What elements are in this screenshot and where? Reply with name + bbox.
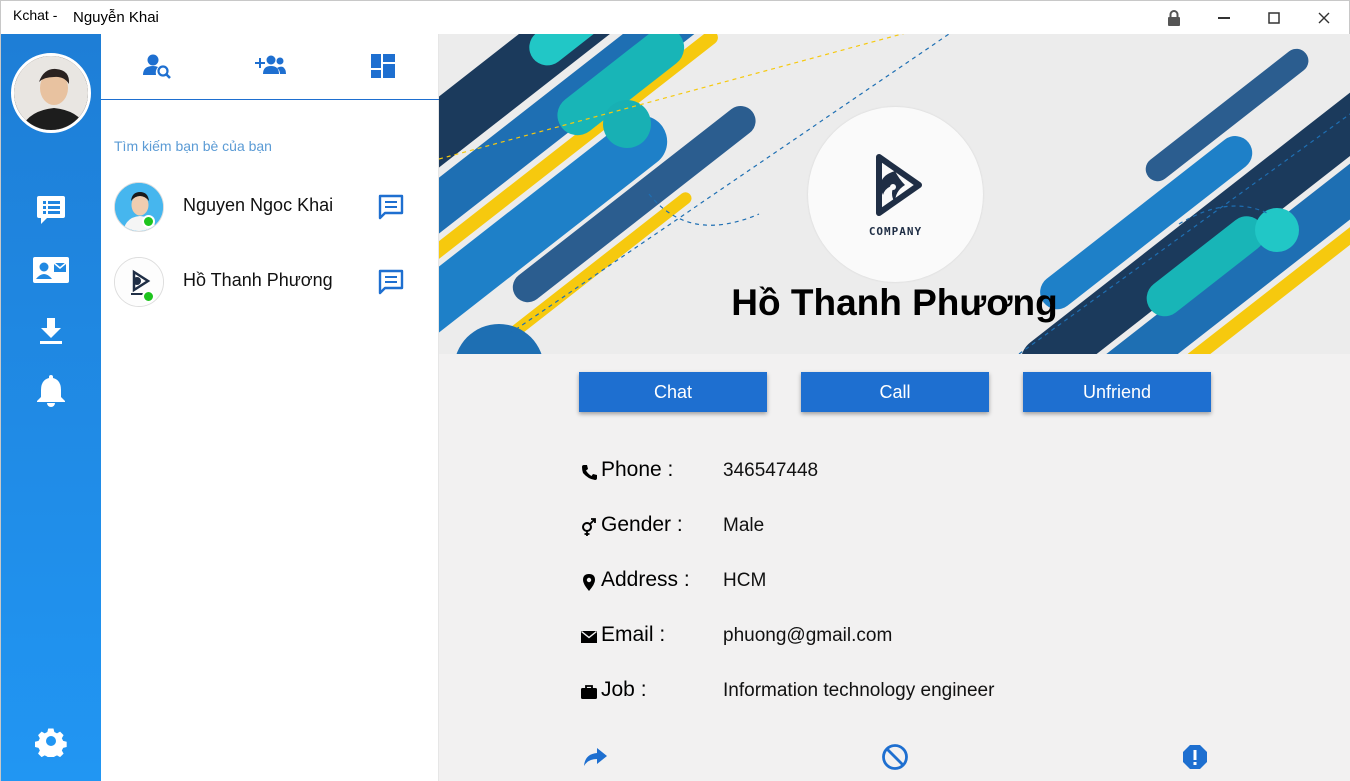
job-row: Job : Information technology engineer [579,678,1279,708]
logo-text: COMPANY [868,225,923,238]
company-logo: COMPANY [808,107,983,282]
gender-value: Male [723,515,765,536]
phone-row: Phone : 346547448 [579,458,1279,488]
friend-avatar [114,257,164,307]
job-label: Job : [601,678,647,701]
address-value: HCM [723,570,767,591]
email-row: Email : phuong@gmail.com [579,623,1279,653]
message-icon[interactable] [375,266,407,298]
email-label: Email : [601,623,666,646]
search-user-icon[interactable] [137,48,177,84]
gender-row: Gender : Male [579,513,1279,543]
block-icon[interactable] [880,742,910,772]
left-sidebar [1,34,101,781]
gender-icon [579,517,599,537]
friend-name: Hồ Thanh Phương [183,270,333,290]
chat-button[interactable]: Chat [579,372,767,412]
friend-item[interactable]: Nguyen Ngoc Khai [101,175,439,239]
gear-icon[interactable] [31,721,71,761]
phone-value: 346547448 [723,460,819,481]
minimize-button[interactable] [1201,1,1247,34]
phone-icon [579,462,599,482]
gender-label: Gender : [601,513,683,536]
title-bar: Kchat - Nguyễn Khai [1,1,1349,34]
panel-tabs [101,34,439,100]
friends-panel: Tìm kiếm bạn bè của bạn Nguyen Ngoc Khai… [101,34,439,781]
unfriend-button[interactable]: Unfriend [1023,372,1211,412]
job-value: Information technology engineer [723,680,995,701]
profile-view: COMPANY Hồ Thanh Phương Chat Call Unfrie… [439,34,1350,781]
message-icon[interactable] [375,191,407,223]
maximize-button[interactable] [1251,1,1297,34]
friend-name: Nguyen Ngoc Khai [183,195,334,215]
cover-image: COMPANY Hồ Thanh Phương [439,34,1350,354]
online-status-dot [142,215,155,228]
chat-list-icon[interactable] [31,189,71,229]
download-icon[interactable] [31,311,71,351]
dashboard-icon[interactable] [363,48,403,84]
profile-name: Hồ Thanh Phương [731,282,1058,323]
friend-item[interactable]: Hồ Thanh Phương [101,250,439,314]
friend-avatar [114,182,164,232]
bell-icon[interactable] [31,370,71,410]
address-label: Address : [601,568,690,591]
add-friends-icon[interactable] [250,48,290,84]
contact-card-icon[interactable] [31,250,71,290]
map-pin-icon [579,572,599,592]
address-row: Address : HCM [579,568,1279,598]
briefcase-icon [579,682,599,702]
user-avatar[interactable] [11,53,91,133]
window-user-name: Nguyễn Khai [73,9,159,26]
share-icon[interactable] [580,742,610,772]
search-hint[interactable]: Tìm kiếm bạn bè của bạn [114,138,272,154]
close-button[interactable] [1301,1,1347,34]
phone-label: Phone : [601,458,674,481]
envelope-icon [579,627,599,647]
app-title: Kchat - [13,7,58,23]
call-button[interactable]: Call [801,372,989,412]
email-value: phuong@gmail.com [723,625,893,646]
online-status-dot [142,290,155,303]
lock-icon[interactable] [1151,1,1197,34]
report-icon[interactable] [1180,742,1210,772]
app-window: Kchat - Nguyễn Khai Tìm kiếm bạn bè của … [0,0,1350,781]
